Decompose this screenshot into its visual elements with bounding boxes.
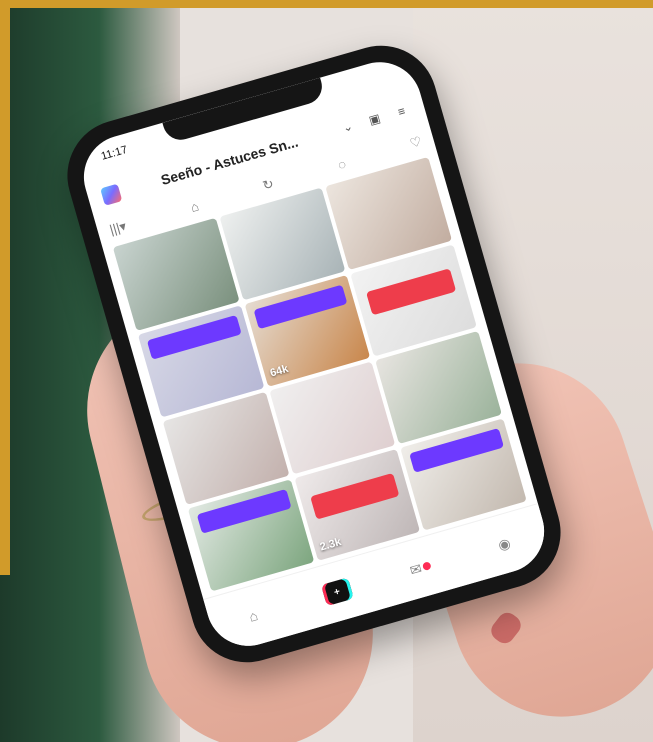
plus-icon: + xyxy=(320,577,354,607)
photo-scene: 11:17 Seeño - Astuces Sn... ⌄ ▣ ≡ |||▾ ⌂… xyxy=(0,0,653,742)
nav-create[interactable]: + xyxy=(310,574,364,609)
gold-frame-top xyxy=(0,0,653,8)
view-count: 64k xyxy=(268,362,290,380)
nav-profile[interactable]: ◉ xyxy=(477,526,531,561)
nav-home[interactable]: ⌂ xyxy=(226,598,280,633)
tab-search[interactable]: ◌ xyxy=(336,156,348,173)
video-caption-badge xyxy=(309,472,400,520)
gold-frame-left xyxy=(0,0,10,575)
nav-inbox[interactable]: ✉ xyxy=(394,550,448,585)
view-count: 2.3k xyxy=(318,536,343,554)
tab-repost[interactable]: ↻ xyxy=(261,176,276,194)
app-logo-icon xyxy=(100,183,123,206)
menu-icon[interactable]: ≡ xyxy=(390,100,412,122)
tab-liked[interactable]: ♡ xyxy=(408,133,424,152)
calendar-icon[interactable]: ▣ xyxy=(363,108,385,130)
home-icon: ⌂ xyxy=(247,607,260,625)
notification-dot xyxy=(422,561,433,571)
profile-icon: ◉ xyxy=(496,534,513,553)
chevron-down-icon[interactable]: ⌄ xyxy=(337,116,359,138)
video-caption-badge xyxy=(366,267,457,315)
status-time: 11:17 xyxy=(99,143,129,163)
inbox-icon: ✉ xyxy=(407,554,434,581)
tab-grid[interactable]: |||▾ xyxy=(108,218,128,238)
tab-shop[interactable]: ⌂ xyxy=(189,198,201,215)
